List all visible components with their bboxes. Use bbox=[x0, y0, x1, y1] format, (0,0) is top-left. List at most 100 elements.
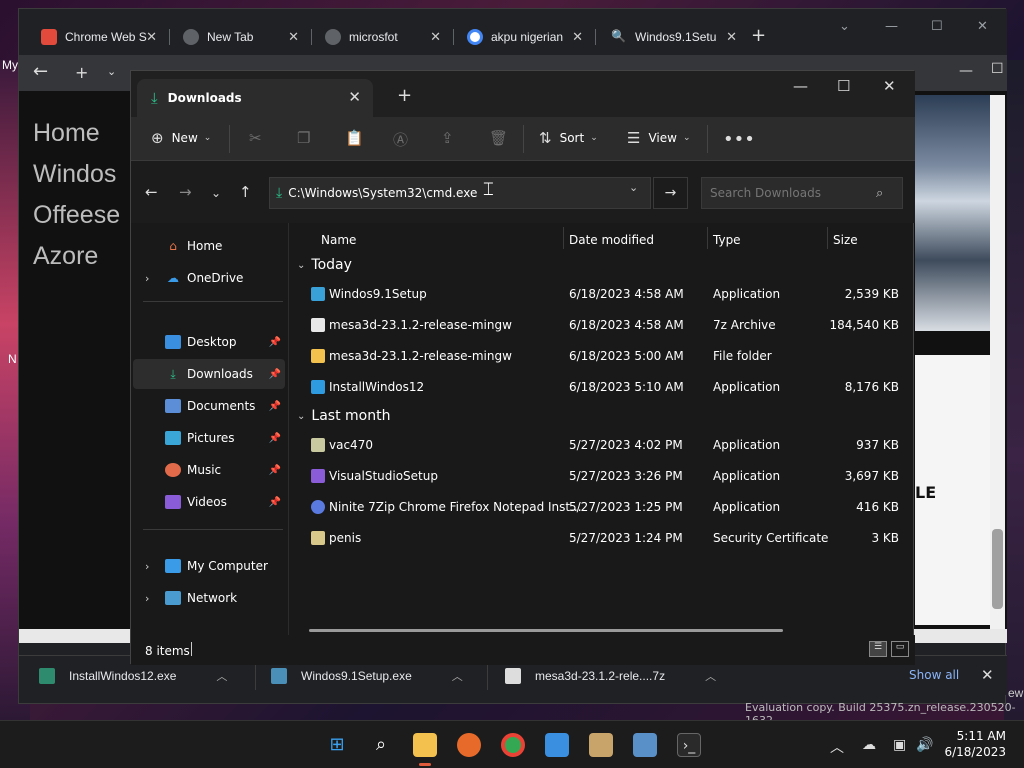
nav-item-home[interactable]: ⌂ Home bbox=[133, 231, 285, 261]
website-link-azore[interactable]: Azore bbox=[33, 242, 120, 271]
view-button[interactable]: ☰ View ⌄ bbox=[627, 129, 690, 147]
chevron-right-icon[interactable]: › bbox=[145, 592, 149, 605]
tab-search-chevron-icon[interactable]: ⌄ bbox=[839, 19, 850, 34]
file-row[interactable]: penis 5/27/2023 1:24 PM Security Certifi… bbox=[291, 523, 913, 553]
website-link-offeese[interactable]: Offeese bbox=[33, 201, 120, 230]
chevron-up-icon[interactable]: ︿ bbox=[705, 668, 716, 684]
back-arrow-icon[interactable]: ← bbox=[33, 61, 48, 82]
new-tab-button[interactable]: + bbox=[397, 85, 412, 106]
copy-icon[interactable]: ❐ bbox=[297, 129, 310, 147]
close-icon[interactable]: ✕ bbox=[572, 29, 583, 45]
details-view-icon[interactable]: ☰ bbox=[869, 641, 887, 657]
nav-item-videos[interactable]: Videos 📌 bbox=[133, 487, 285, 517]
photos-icon[interactable] bbox=[633, 733, 657, 757]
show-all-button[interactable]: Show all bbox=[909, 668, 959, 682]
share-icon[interactable]: ⇪ bbox=[441, 129, 454, 147]
file-explorer-icon[interactable] bbox=[413, 733, 437, 766]
go-arrow-icon[interactable]: → bbox=[653, 177, 688, 209]
chevron-down-icon[interactable]: ⌄ bbox=[107, 65, 116, 78]
package-icon[interactable] bbox=[589, 733, 613, 757]
start-windows-icon[interactable]: ⊞ bbox=[325, 733, 349, 757]
pin-icon[interactable]: 📌 bbox=[269, 337, 281, 348]
network-icon[interactable]: ▣ bbox=[893, 737, 906, 753]
chrome-tab-3[interactable]: microsfot ✕ bbox=[311, 21, 451, 53]
chrome-tab-4[interactable]: akpu nigerian ✕ bbox=[453, 21, 593, 53]
nav-item-music[interactable]: Music 📌 bbox=[133, 455, 285, 485]
close-shelf-icon[interactable]: ✕ bbox=[981, 666, 994, 684]
close-window-icon[interactable]: ✕ bbox=[883, 77, 896, 95]
nav-item-documents[interactable]: Documents 📌 bbox=[133, 391, 285, 421]
inner-maximize-icon[interactable]: ☐ bbox=[991, 61, 1004, 77]
search-icon[interactable]: ⌕ bbox=[369, 733, 393, 757]
chrome-tab-2[interactable]: New Tab ✕ bbox=[169, 21, 309, 53]
address-bar[interactable]: ⤓ C:\Windows\System32\cmd.exe bbox=[269, 177, 651, 209]
chrome-icon[interactable] bbox=[501, 733, 525, 757]
terminal-icon[interactable]: ›_ bbox=[677, 733, 701, 757]
firefox-icon[interactable] bbox=[457, 733, 481, 757]
nav-item-pictures[interactable]: Pictures 📌 bbox=[133, 423, 285, 453]
new-tab-button[interactable]: + bbox=[751, 25, 766, 46]
website-link-home[interactable]: Home bbox=[33, 119, 120, 148]
file-row[interactable]: VisualStudioSetup 5/27/2023 3:26 PM Appl… bbox=[291, 461, 913, 491]
close-icon[interactable]: ✕ bbox=[430, 29, 441, 45]
pin-icon[interactable]: 📌 bbox=[269, 369, 281, 380]
pin-icon[interactable]: 📌 bbox=[269, 433, 281, 444]
nav-item-network[interactable]: › Network bbox=[133, 583, 285, 613]
system-clock[interactable]: 5:11 AM 6/18/2023 bbox=[944, 728, 1006, 760]
paste-icon[interactable]: 📋 bbox=[345, 129, 364, 147]
group-header-last-month[interactable]: ⌄ Last month bbox=[297, 408, 390, 424]
forward-arrow-icon[interactable]: → bbox=[179, 183, 192, 201]
file-row[interactable]: Windos9.1Setup 6/18/2023 4:58 AM Applica… bbox=[291, 279, 913, 309]
cut-icon[interactable]: ✂ bbox=[249, 129, 262, 147]
scrollbar-thumb[interactable] bbox=[992, 529, 1003, 609]
recent-chevron-icon[interactable]: ⌄ bbox=[211, 186, 221, 200]
nav-item-mycomputer[interactable]: › My Computer bbox=[133, 551, 285, 581]
column-header-date[interactable]: Date modified bbox=[569, 233, 654, 247]
minimize-icon[interactable]: — bbox=[793, 77, 808, 95]
new-button[interactable]: ⊕ New ⌄ bbox=[151, 129, 211, 147]
download-item-1[interactable]: InstallWindos12.exe ︿ bbox=[39, 668, 227, 684]
nav-item-downloads[interactable]: ⤓ Downloads 📌 bbox=[133, 359, 285, 389]
pin-icon[interactable]: 📌 bbox=[269, 401, 281, 412]
tiles-view-icon[interactable]: ▭ bbox=[891, 641, 909, 657]
close-icon[interactable]: ✕ bbox=[146, 29, 157, 45]
website-link-windos[interactable]: Windos bbox=[33, 160, 120, 189]
more-options-button[interactable]: ••• bbox=[723, 129, 763, 150]
up-arrow-icon[interactable]: ↑ bbox=[239, 183, 252, 201]
rename-icon[interactable]: Ⓐ bbox=[393, 129, 408, 150]
inner-new-tab-icon[interactable]: + bbox=[75, 63, 88, 82]
minimize-icon[interactable]: — bbox=[885, 19, 898, 34]
pin-icon[interactable]: 📌 bbox=[269, 465, 281, 476]
desktop-icon-label-2[interactable]: N bbox=[8, 352, 17, 366]
desktop-icon-label[interactable]: My bbox=[2, 58, 18, 72]
horizontal-scrollbar[interactable] bbox=[309, 629, 783, 632]
close-window-icon[interactable]: ✕ bbox=[977, 19, 988, 34]
file-row[interactable]: Ninite 7Zip Chrome Firefox Notepad Inst.… bbox=[291, 492, 913, 522]
close-tab-icon[interactable]: ✕ bbox=[348, 88, 361, 106]
chevron-up-icon[interactable]: ︿ bbox=[830, 737, 844, 757]
nav-item-desktop[interactable]: Desktop 📌 bbox=[133, 327, 285, 357]
volume-icon[interactable]: 🔊 bbox=[916, 737, 933, 753]
search-box[interactable]: ⌕ bbox=[701, 177, 903, 209]
search-input[interactable] bbox=[710, 186, 870, 200]
chrome-tab-1[interactable]: Chrome Web S ✕ bbox=[27, 21, 167, 53]
file-row[interactable]: mesa3d-23.1.2-release-mingw 6/18/2023 4:… bbox=[291, 310, 913, 340]
pin-icon[interactable]: 📌 bbox=[269, 497, 281, 508]
inner-minimize-icon[interactable]: — bbox=[959, 63, 973, 79]
group-header-today[interactable]: ⌄ Today bbox=[297, 257, 352, 273]
cloud-off-icon[interactable]: ☁ bbox=[862, 737, 876, 753]
delete-icon[interactable]: 🗑 bbox=[489, 129, 508, 147]
nav-item-onedrive[interactable]: › ☁ OneDrive bbox=[133, 263, 285, 293]
column-header-size[interactable]: Size bbox=[833, 233, 858, 247]
download-item-3[interactable]: mesa3d-23.1.2-rele....7z ︿ bbox=[505, 668, 716, 684]
column-header-name[interactable]: Name bbox=[321, 233, 356, 247]
chrome-tab-5[interactable]: 🔍 Windos9.1Setu ✕ bbox=[597, 21, 747, 53]
sort-button[interactable]: ⇅ Sort ⌄ bbox=[539, 129, 598, 147]
close-icon[interactable]: ✕ bbox=[288, 29, 299, 45]
close-icon[interactable]: ✕ bbox=[726, 29, 737, 45]
column-header-type[interactable]: Type bbox=[713, 233, 741, 247]
explorer-tab-downloads[interactable]: ⤓ Downloads ✕ bbox=[137, 79, 373, 117]
chevron-up-icon[interactable]: ︿ bbox=[452, 668, 463, 684]
file-row[interactable]: vac470 5/27/2023 4:02 PM Application 937… bbox=[291, 430, 913, 460]
chevron-right-icon[interactable]: › bbox=[145, 560, 149, 573]
